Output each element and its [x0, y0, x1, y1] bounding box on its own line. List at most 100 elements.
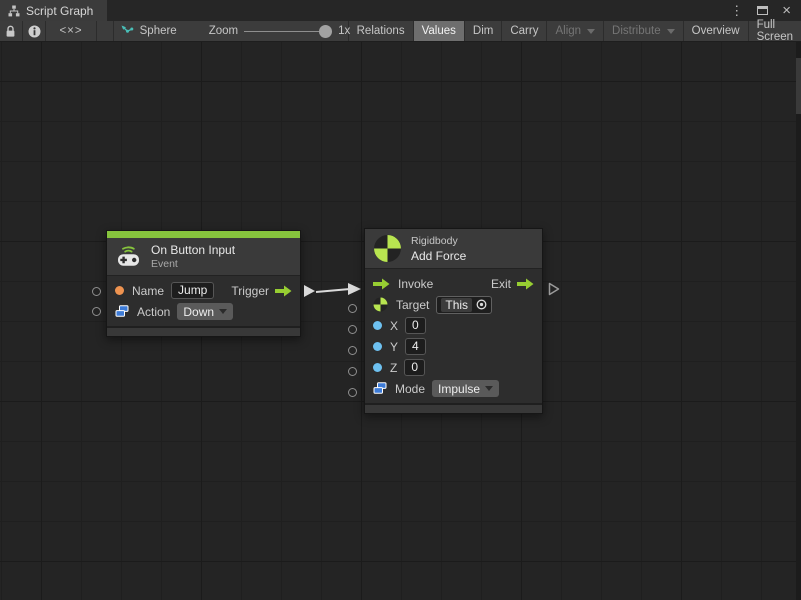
graph-info-segment: Sphere Zoom 1x: [114, 21, 349, 41]
flow-arrow-icon[interactable]: [373, 278, 390, 290]
graph-breadcrumb[interactable]: Sphere: [140, 25, 177, 37]
code-preview-button[interactable]: <×>: [46, 21, 96, 41]
gamepad-icon: [115, 246, 142, 267]
input-port-z[interactable]: [348, 367, 357, 376]
node-footer: [365, 403, 542, 413]
toolbar-button-overview[interactable]: Overview: [684, 21, 749, 41]
zoom-slider[interactable]: [244, 25, 332, 38]
toolbar-button-carry[interactable]: Carry: [502, 21, 547, 41]
toolbar-spacer: [97, 21, 114, 41]
node-title: On Button Input: [151, 243, 235, 257]
zoom-label: Zoom: [209, 25, 238, 37]
chevron-down-icon: [219, 309, 227, 314]
lock-icon: [5, 25, 16, 38]
toolbar-button-dim[interactable]: Dim: [465, 21, 502, 41]
toolbar-button-distribute[interactable]: Distribute: [604, 21, 684, 41]
graph-canvas[interactable]: On Button Input Event Name Jump Trigger: [0, 42, 801, 600]
action-dropdown[interactable]: Down: [177, 303, 233, 320]
toolbar-button-fullscreen[interactable]: Full Screen: [749, 21, 801, 41]
port-row-target: Target This: [365, 294, 542, 315]
float-port-icon: [373, 342, 382, 351]
port-row-y: Y 4: [365, 336, 542, 357]
port-row-invoke: Invoke Exit: [365, 273, 542, 294]
port-row-mode: Mode Impulse: [365, 378, 542, 399]
flow-arrow-icon[interactable]: [517, 278, 534, 290]
input-port-action[interactable]: [92, 307, 101, 316]
chevron-down-icon: [667, 29, 675, 34]
node-header[interactable]: On Button Input Event: [107, 238, 300, 275]
float-port-icon: [373, 363, 382, 372]
port-label: Name: [132, 284, 164, 298]
mode-dropdown[interactable]: Impulse: [432, 380, 499, 397]
button-label: Values: [422, 25, 456, 37]
script-graph-window: Script Graph ⋮ ×: [0, 0, 801, 600]
tab-title: Script Graph: [26, 4, 93, 18]
input-port-y[interactable]: [348, 346, 357, 355]
input-port-mode[interactable]: [348, 388, 357, 397]
target-object-field[interactable]: This: [436, 296, 492, 314]
input-port-x[interactable]: [348, 325, 357, 334]
button-label: Overview: [692, 25, 740, 37]
output-port-trigger[interactable]: [304, 285, 315, 297]
z-input[interactable]: 0: [404, 359, 425, 376]
window-menu-icon[interactable]: ⋮: [730, 4, 743, 17]
port-row-name: Name Jump Trigger: [107, 280, 300, 301]
vertical-scrollbar-thumb[interactable]: [796, 58, 801, 114]
node-kind: Rigidbody: [411, 235, 466, 247]
output-port-exit[interactable]: [548, 282, 560, 296]
chevron-down-icon: [485, 386, 493, 391]
button-label: Full Screen: [757, 19, 793, 43]
x-input[interactable]: 0: [405, 317, 426, 334]
button-label: Align: [555, 25, 581, 37]
button-label: Distribute: [612, 25, 661, 37]
port-label: Z: [390, 361, 397, 375]
port-label: Target: [396, 298, 429, 312]
rigidbody-icon: [373, 234, 402, 263]
enum-port-icon: [373, 382, 387, 395]
button-label: Relations: [357, 25, 405, 37]
rigidbody-port-icon: [373, 297, 388, 312]
info-icon: [28, 25, 41, 38]
node-add-force[interactable]: Rigidbody Add Force Invoke Exit: [364, 228, 543, 414]
port-label: Trigger: [231, 284, 269, 298]
port-label: Exit: [491, 277, 511, 291]
toolbar-button-values[interactable]: Values: [414, 21, 465, 41]
graph-toolbar: <×> Sphere Zoom 1x: [0, 21, 801, 42]
script-graph-icon: [120, 24, 134, 38]
port-label: X: [390, 319, 398, 333]
port-label: Mode: [395, 382, 425, 396]
port-row-x: X 0: [365, 315, 542, 336]
target-value: This: [441, 298, 472, 312]
y-input[interactable]: 4: [405, 338, 426, 355]
string-port-icon: [115, 286, 124, 295]
port-label: Y: [390, 340, 398, 354]
button-label: Carry: [510, 25, 538, 37]
close-icon[interactable]: ×: [782, 3, 791, 18]
tab-script-graph[interactable]: Script Graph: [0, 0, 107, 21]
toolbar-button-relations[interactable]: Relations: [349, 21, 414, 41]
enum-port-icon: [115, 305, 129, 318]
dropdown-value: Impulse: [438, 382, 480, 396]
port-label: Action: [137, 305, 170, 319]
name-input[interactable]: Jump: [171, 282, 214, 299]
code-icon: <×>: [59, 25, 82, 37]
info-button[interactable]: [23, 21, 47, 41]
zoom-slider-handle[interactable]: [319, 25, 332, 38]
object-picker-icon[interactable]: [476, 299, 487, 310]
event-accent-strip: [107, 231, 300, 238]
vertical-scrollbar[interactable]: [796, 42, 801, 600]
float-port-icon: [373, 321, 382, 330]
maximize-icon[interactable]: [757, 6, 768, 15]
input-port-target[interactable]: [348, 304, 357, 313]
chevron-down-icon: [587, 29, 595, 34]
flow-arrow-icon[interactable]: [275, 285, 292, 297]
lock-button[interactable]: [0, 21, 23, 41]
node-on-button-input[interactable]: On Button Input Event Name Jump Trigger: [106, 230, 301, 337]
node-header[interactable]: Rigidbody Add Force: [365, 229, 542, 268]
input-port-name[interactable]: [92, 287, 101, 296]
node-title: Add Force: [411, 249, 466, 263]
node-subtitle: Event: [151, 258, 235, 270]
toolbar-button-align[interactable]: Align: [547, 21, 604, 41]
node-footer: [107, 326, 300, 336]
port-row-action: Action Down: [107, 301, 300, 322]
